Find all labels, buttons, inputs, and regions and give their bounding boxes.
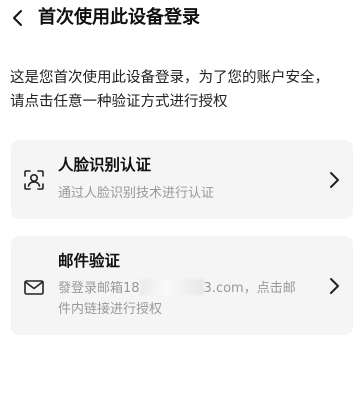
email-verification-option[interactable]: 邮件验证 發登录邮箱18 3.com，点击邮 件内链接进行授权 [11, 236, 353, 335]
page-title: 首次使用此设备登录 [38, 7, 200, 28]
intro-line-1: 这是您首次使用此设备登录，为了您的账户安全， [10, 70, 329, 86]
back-button[interactable] [6, 6, 30, 30]
face-option-desc: 通过人脸识别技术进行认证 [58, 186, 215, 201]
header-bar: 首次使用此设备登录 [0, 0, 363, 40]
intro-line-2: 请点击任意一种验证方式进行授权 [10, 94, 228, 110]
email-desc-suffix: 3.com，点击邮 [203, 281, 296, 296]
email-desc-line2: 件内链接进行授权 [58, 302, 163, 317]
chevron-right-icon [330, 278, 339, 294]
mail-icon [24, 280, 44, 295]
email-option-title: 邮件验证 [58, 252, 121, 270]
email-option-desc: 發登录邮箱18 3.com，点击邮 件内链接进行授权 [58, 278, 308, 320]
chevron-right-icon [330, 172, 339, 188]
face-scan-icon [24, 170, 44, 190]
login-verification-page: 首次使用此设备登录 这是您首次使用此设备登录，为了您的账户安全， 请点击任意一种… [0, 0, 363, 401]
face-verification-option[interactable]: 人脸识别认证 通过人脸识别技术进行认证 [11, 140, 353, 219]
intro-text: 这是您首次使用此设备登录，为了您的账户安全， 请点击任意一种验证方式进行授权 [10, 66, 355, 114]
masked-email-blur [139, 279, 204, 295]
email-desc-prefix: 發登录邮箱18 [58, 281, 140, 296]
face-option-title: 人脸识别认证 [58, 156, 152, 174]
chevron-left-icon [13, 10, 22, 26]
